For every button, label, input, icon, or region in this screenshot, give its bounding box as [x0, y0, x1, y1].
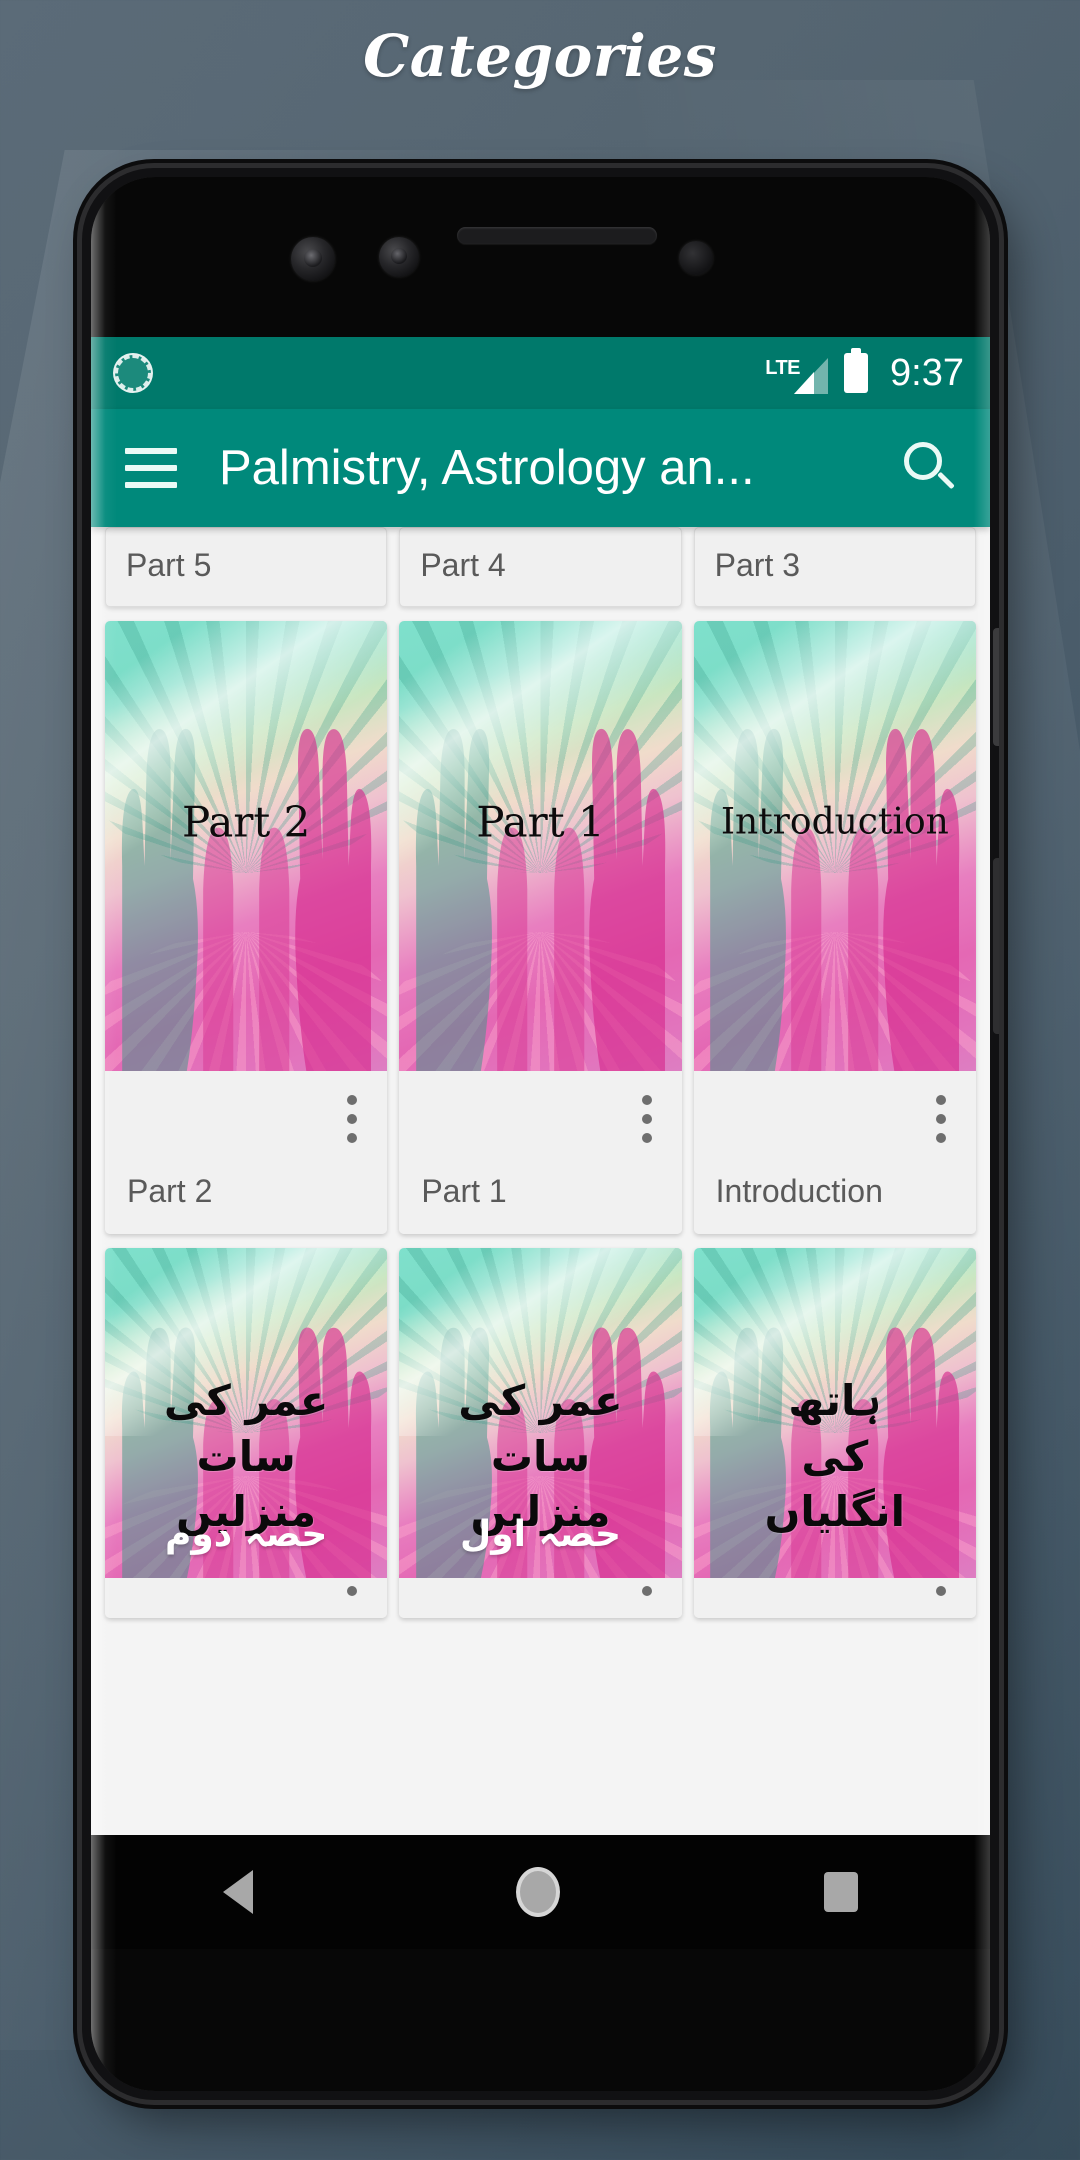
sensor-icon [679, 241, 713, 275]
card-row-1: Part 2 Part 2 Part 1 Part 1 Introduction… [105, 621, 976, 1234]
urdu-line-1: عمر کی [458, 1376, 623, 1426]
card-label: Part 5 [126, 547, 212, 583]
overflow-menu-icon[interactable] [347, 1586, 358, 1596]
android-navigation-bar [91, 1835, 990, 1949]
list-item[interactable]: Introduction Introduction [693, 621, 976, 1234]
card-footer: Part 1 [399, 1071, 682, 1234]
card-label: Part 1 [421, 1173, 507, 1209]
card-footer: Part 2 [105, 1071, 388, 1234]
book-cover-image: Introduction [693, 621, 976, 1071]
earpiece-speaker [457, 227, 657, 244]
signal-bars-icon: LTE [763, 352, 829, 394]
card-label: Part 2 [127, 1173, 213, 1209]
card-row-2: عمر کی سات منزلیں حصہ دوم عمر کی سات منز… [105, 1248, 976, 1618]
urdu-line-2: سات [196, 1431, 296, 1481]
cover-subtitle-urdu: حصہ اول [459, 1513, 621, 1555]
phone-mockup: LTE 9:37 Palmistry, Astrology an... Part… [82, 168, 999, 2100]
list-item[interactable]: عمر کی سات منزلیں حصہ اول [399, 1248, 682, 1618]
overflow-menu-icon[interactable] [641, 1586, 652, 1596]
back-triangle-icon[interactable] [222, 1870, 253, 1914]
overflow-menu-icon[interactable] [935, 1586, 946, 1596]
categories-grid[interactable]: Part 5 Part 4 Part 3 Part 2 Part 2 Part … [91, 527, 990, 1835]
cover-title: Part 2 [181, 797, 311, 847]
list-item[interactable]: عمر کی سات منزلیں حصہ دوم [105, 1248, 388, 1618]
palm-hand-illustration [877, 675, 970, 1071]
book-cover-image: عمر کی سات منزلیں حصہ دوم [105, 1248, 388, 1578]
card-footer [693, 1578, 976, 1618]
list-item[interactable]: Part 4 [399, 527, 682, 607]
list-item[interactable]: Part 5 [105, 527, 388, 607]
volume-button[interactable] [993, 858, 999, 1034]
cover-title: Part 1 [476, 797, 605, 847]
cover-title: Introduction [720, 801, 949, 843]
phone-top-bezel [91, 177, 990, 337]
home-circle-icon[interactable] [516, 1867, 561, 1917]
secondary-camera-icon [379, 237, 419, 277]
power-button[interactable] [993, 628, 999, 746]
book-cover-image: Part 1 [399, 621, 682, 1071]
palm-hand-illustration [289, 675, 382, 1071]
card-footer: Introduction [693, 1071, 976, 1234]
card-label: Part 4 [420, 547, 506, 583]
card-footer [105, 1578, 388, 1618]
app-bar: Palmistry, Astrology an... [91, 409, 990, 527]
search-icon[interactable] [900, 440, 956, 496]
card-footer [399, 1578, 682, 1618]
notification-circle-icon [115, 355, 151, 391]
phone-screen: LTE 9:37 Palmistry, Astrology an... Part… [91, 337, 990, 1835]
urdu-line-3: انگلیاں [764, 1487, 906, 1537]
cover-subtitle-urdu: حصہ دوم [165, 1513, 328, 1555]
recents-square-icon[interactable] [824, 1872, 859, 1912]
list-item[interactable]: Part 2 Part 2 [105, 621, 388, 1234]
list-item[interactable]: Part 1 Part 1 [399, 621, 682, 1234]
card-label: Part 3 [714, 547, 801, 583]
battery-full-icon [844, 348, 869, 393]
urdu-line-2: سات [490, 1431, 591, 1481]
phone-bottom-bezel [91, 1949, 990, 2091]
list-item[interactable]: ہاتھ کی انگلیاں [693, 1248, 976, 1618]
book-cover-image: Part 2 [105, 621, 388, 1071]
cover-title-urdu: ہاتھ کی انگلیاں [694, 1373, 976, 1539]
urdu-line-2: کی [801, 1431, 869, 1481]
palm-hand-illustration [583, 675, 676, 1071]
app-bar-title: Palmistry, Astrology an... [219, 441, 755, 495]
list-item[interactable]: Part 3 [693, 527, 976, 607]
card-label: Introduction [715, 1173, 883, 1209]
urdu-line-1: ہاتھ [788, 1376, 882, 1426]
front-camera-icon [291, 237, 335, 281]
status-bar-clock: 9:37 [890, 351, 964, 394]
status-bar: LTE 9:37 [91, 337, 990, 409]
book-cover-image: عمر کی سات منزلیں حصہ اول [399, 1248, 682, 1578]
page-title: Categories [363, 22, 717, 90]
overflow-menu-icon[interactable] [347, 1095, 358, 1143]
book-cover-image: ہاتھ کی انگلیاں [693, 1248, 976, 1578]
hamburger-menu-icon[interactable] [125, 448, 177, 488]
partial-card-row: Part 5 Part 4 Part 3 [105, 527, 976, 607]
overflow-menu-icon[interactable] [641, 1095, 652, 1143]
overflow-menu-icon[interactable] [935, 1095, 946, 1143]
urdu-line-1: عمر کی [163, 1376, 329, 1426]
content-bottom-filler [105, 1632, 976, 1752]
